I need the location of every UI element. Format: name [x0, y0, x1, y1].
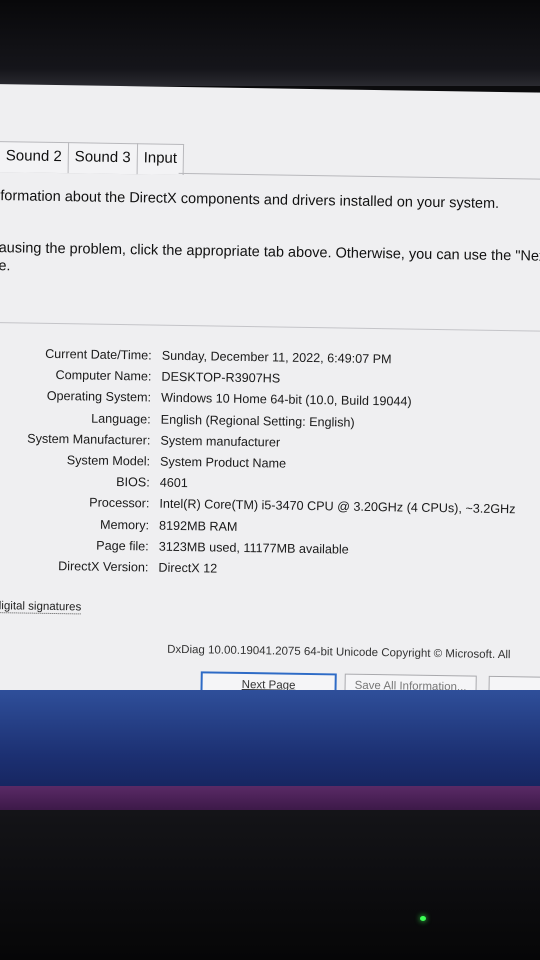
taskbar-edge	[0, 786, 540, 812]
info-value: System manufacturer	[160, 433, 281, 450]
intro-text-line-3: ce.	[0, 257, 11, 275]
info-value: English (Regional Setting: English)	[160, 412, 355, 430]
info-label: System Manufacturer:	[27, 431, 151, 448]
info-label: Memory:	[100, 517, 150, 532]
dxdiag-version-copyright: DxDiag 10.00.19041.2075 64-bit Unicode C…	[167, 643, 511, 662]
intro-text-line-1: nformation about the DirectX components …	[0, 187, 500, 212]
section-divider	[0, 321, 540, 332]
info-value: 8192MB RAM	[158, 518, 238, 534]
tab-sound-2[interactable]: Sound 2	[0, 140, 69, 174]
info-label: Current Date/Time:	[45, 346, 152, 363]
system-information-panel: Current Date/Time: Sunday, December 11, …	[0, 346, 540, 588]
monitor-bezel-bottom	[0, 810, 540, 960]
info-label: Page file:	[96, 538, 149, 554]
info-value: System Product Name	[159, 454, 287, 471]
info-value: DirectX 12	[158, 560, 218, 576]
monitor-bezel-top	[0, 0, 540, 86]
info-value: 4601	[159, 475, 188, 491]
tab-strip: Sound 2 Sound 3 Input	[0, 140, 185, 175]
tab-input[interactable]: Input	[136, 143, 185, 175]
info-label: BIOS:	[116, 475, 150, 490]
info-value: Sunday, December 11, 2022, 6:49:07 PM	[161, 348, 392, 367]
info-label: Language:	[91, 411, 151, 427]
info-value: Windows 10 Home 64-bit (10.0, Build 1904…	[160, 391, 412, 409]
info-label: DirectX Version:	[58, 558, 149, 575]
tab-sound-3[interactable]: Sound 3	[67, 142, 138, 175]
info-label: Computer Name:	[55, 368, 152, 384]
power-led-icon	[420, 916, 426, 921]
info-label: System Model:	[66, 453, 151, 469]
desktop-background	[0, 690, 540, 800]
intro-text-line-2: causing the problem, click the appropria…	[0, 239, 540, 265]
info-label: Operating System:	[46, 389, 152, 405]
info-value: 3123MB used, 11177MB available	[158, 539, 349, 557]
info-value: DESKTOP-R3907HS	[161, 369, 281, 386]
tab-baseline	[178, 172, 540, 180]
info-label: Processor:	[89, 495, 150, 511]
check-whql-digital-signatures-checkbox[interactable]: L digital signatures	[0, 599, 82, 615]
dxdiag-window: Sound 2 Sound 3 Input nformation about t…	[0, 84, 540, 705]
